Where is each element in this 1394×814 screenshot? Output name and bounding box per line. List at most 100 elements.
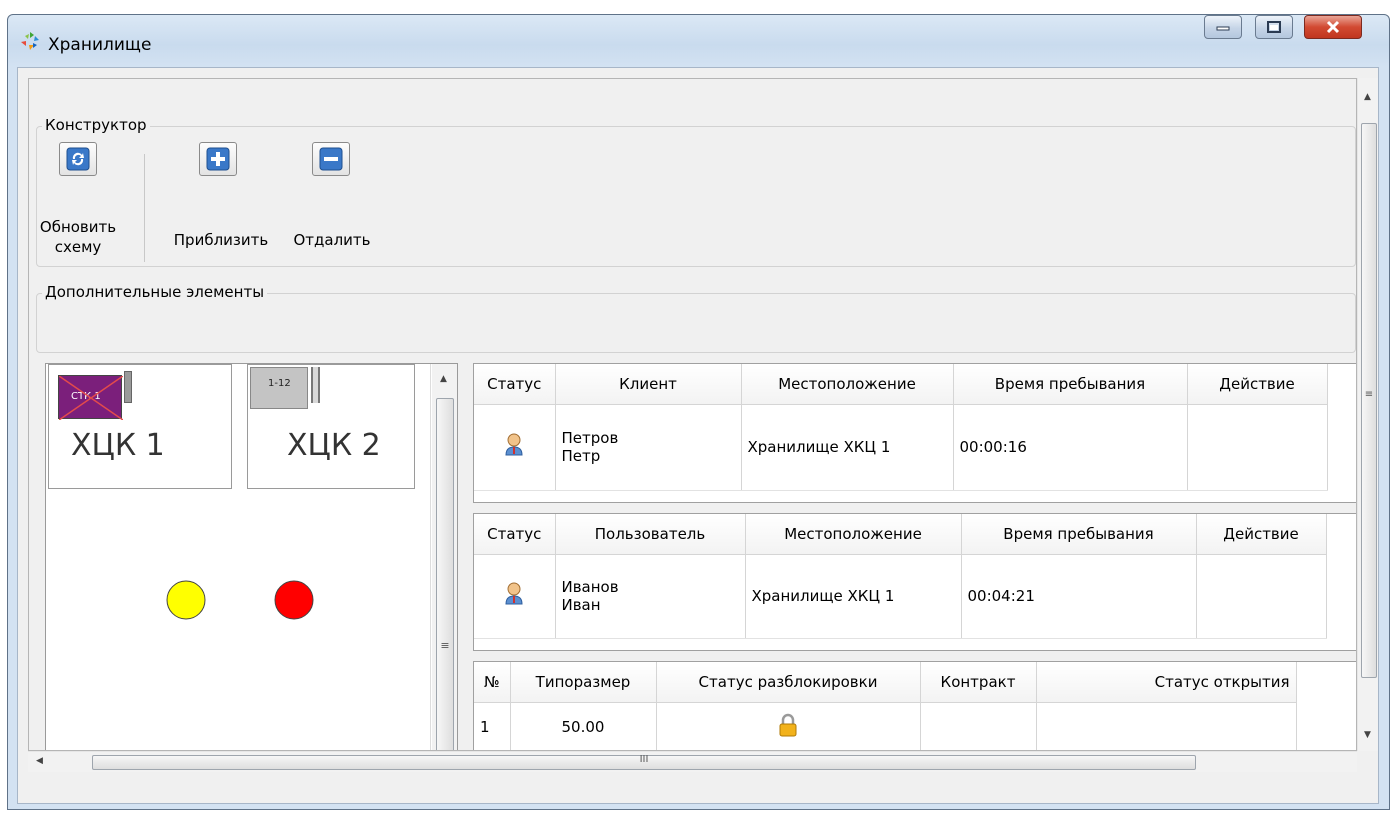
minimize-icon [1216,26,1230,31]
box-contract-cell [920,702,1037,750]
zoom-out-button[interactable] [312,142,350,176]
maximize-button[interactable] [1255,15,1293,39]
client-name-cell: Петров Петр [555,404,742,491]
box-number-cell: 1 [474,702,511,750]
boxes-grid[interactable]: № Типоразмер Статус разблокировки Контра… [473,661,1356,750]
cell-tag-2[interactable]: 1-12 [250,367,308,409]
refresh-icon [66,147,90,171]
clients-header-row: Статус Клиент Местоположение Время пребы… [474,364,1328,405]
indicator-yellow[interactable] [166,580,206,620]
clients-col-client[interactable]: Клиент [555,364,742,405]
cell-box-2[interactable]: 1-12 ХЦК 2 [247,364,415,489]
refresh-scheme-label: Обновить схему [39,217,117,257]
client-location-cell: Хранилище ХКЦ 1 [741,404,954,491]
boxes-col-open-status[interactable]: Статус открытия [1036,662,1297,703]
main-horizontal-thumb[interactable]: III [92,754,1196,770]
users-table: Статус Пользователь Местоположение Время… [474,514,1327,639]
cell-tag-1[interactable]: СТК 1 [58,375,123,420]
boxes-header-row: № Типоразмер Статус разблокировки Контра… [474,662,1297,703]
main-vertical-grip: ≡ [1364,389,1374,400]
maximize-icon [1267,21,1281,33]
user-time-cell: 00:04:21 [961,554,1197,639]
boxes-col-unlock-status[interactable]: Статус разблокировки [656,662,921,703]
cell-name-1: ХЦК 1 [71,428,165,463]
client-first-name: Петр [561,447,601,465]
user-status-cell [474,554,556,639]
scroll-content: Конструктор Обновить схему Приблизить От… [28,78,1357,751]
minus-icon [319,147,343,171]
scheme-scroll-up-arrow[interactable]: ▲ [440,374,447,384]
cell-name-2: ХЦК 2 [287,428,381,463]
table-row[interactable]: Иванов Иван Хранилище ХКЦ 1 00:04:21 [474,554,1327,639]
scheme-scroll-grip: ≡ [440,639,450,652]
table-row[interactable]: 1 50.00 [474,702,1297,750]
client-time-cell: 00:00:16 [953,404,1188,491]
scroll-left-arrow[interactable]: ◀ [36,756,43,766]
users-header-row: Статус Пользователь Местоположение Время… [474,514,1327,555]
users-col-user[interactable]: Пользователь [555,514,746,555]
indicator-red[interactable] [274,580,314,620]
main-vertical-scrollbar[interactable]: ▲ ≡ ▼ [1357,78,1378,751]
refresh-scheme-button[interactable] [59,142,97,176]
scroll-down-arrow[interactable]: ▼ [1364,730,1371,740]
boxes-table: № Типоразмер Статус разблокировки Контра… [474,662,1297,750]
users-grid[interactable]: Статус Пользователь Местоположение Время… [473,513,1356,651]
client-area: Конструктор Обновить схему Приблизить От… [17,67,1379,804]
cell-tag-1-handle [124,371,132,403]
client-action-cell[interactable] [1187,404,1328,491]
zoom-in-label: Приблизить [173,231,269,249]
user-action-cell[interactable] [1196,554,1327,639]
clients-col-action[interactable]: Действие [1187,364,1328,405]
scheme-vertical-scrollbar[interactable]: ▲ ≡ [432,364,457,750]
box-open-status-cell [1036,702,1297,750]
clients-col-location[interactable]: Местоположение [741,364,954,405]
refresh-label-line1: Обновить [39,218,117,236]
zoom-in-button[interactable] [199,142,237,176]
close-button[interactable] [1304,15,1362,39]
constructor-group: Конструктор Обновить схему Приблизить От… [36,116,1356,267]
main-horizontal-scrollbar[interactable]: ◀ III [28,751,1357,772]
users-col-location[interactable]: Местоположение [745,514,962,555]
user-last-name: Иванов [561,578,619,596]
boxes-col-contract[interactable]: Контракт [920,662,1037,703]
constructor-group-title: Конструктор [42,116,150,134]
box-size-cell: 50.00 [510,702,657,750]
scheme-scroll-thumb[interactable]: ≡ [436,398,454,750]
scheme-panel[interactable]: СТК 1 ХЦК 1 1-12 ХЦК 2 ▲ ≡ [45,363,458,750]
user-location-cell: Хранилище ХКЦ 1 [745,554,962,639]
user-name-cell: Иванов Иван [555,554,746,639]
cell-box-1[interactable]: СТК 1 ХЦК 1 [48,364,232,489]
cell-tag-2-label: 1-12 [268,378,291,389]
minimize-button[interactable] [1204,15,1242,39]
users-col-action[interactable]: Действие [1196,514,1327,555]
user-icon [505,433,523,456]
scroll-up-arrow[interactable]: ▲ [1364,92,1371,102]
lock-icon [779,713,797,737]
window-title: Хранилище [48,35,152,55]
plus-icon [206,147,230,171]
main-vertical-thumb[interactable]: ≡ [1361,123,1377,678]
blocked-cross-icon [59,376,123,420]
clients-col-time[interactable]: Время пребывания [953,364,1188,405]
extra-elements-title: Дополнительные элементы [42,283,268,301]
extra-elements-group: Дополнительные элементы [36,283,1356,353]
app-logo-icon [21,32,39,50]
toolbar-separator [144,154,145,262]
clients-col-status[interactable]: Статус [474,364,556,405]
cell-tag-2-handle [311,367,320,403]
table-row[interactable]: Петров Петр Хранилище ХКЦ 1 00:00:16 [474,404,1328,491]
scheme-canvas[interactable]: СТК 1 ХЦК 1 1-12 ХЦК 2 [46,364,431,750]
boxes-col-number[interactable]: № [474,662,511,703]
boxes-col-size[interactable]: Типоразмер [510,662,657,703]
client-status-cell [474,404,556,491]
users-col-time[interactable]: Время пребывания [961,514,1197,555]
users-col-status[interactable]: Статус [474,514,556,555]
user-icon [505,582,523,605]
box-unlock-cell [656,702,921,750]
user-first-name: Иван [561,596,601,614]
clients-grid[interactable]: Статус Клиент Местоположение Время пребы… [473,363,1356,503]
client-last-name: Петров [561,429,619,447]
clients-table: Статус Клиент Местоположение Время пребы… [474,364,1328,491]
title-bar[interactable]: Хранилище [8,15,1389,67]
indicator-lights [166,580,314,620]
